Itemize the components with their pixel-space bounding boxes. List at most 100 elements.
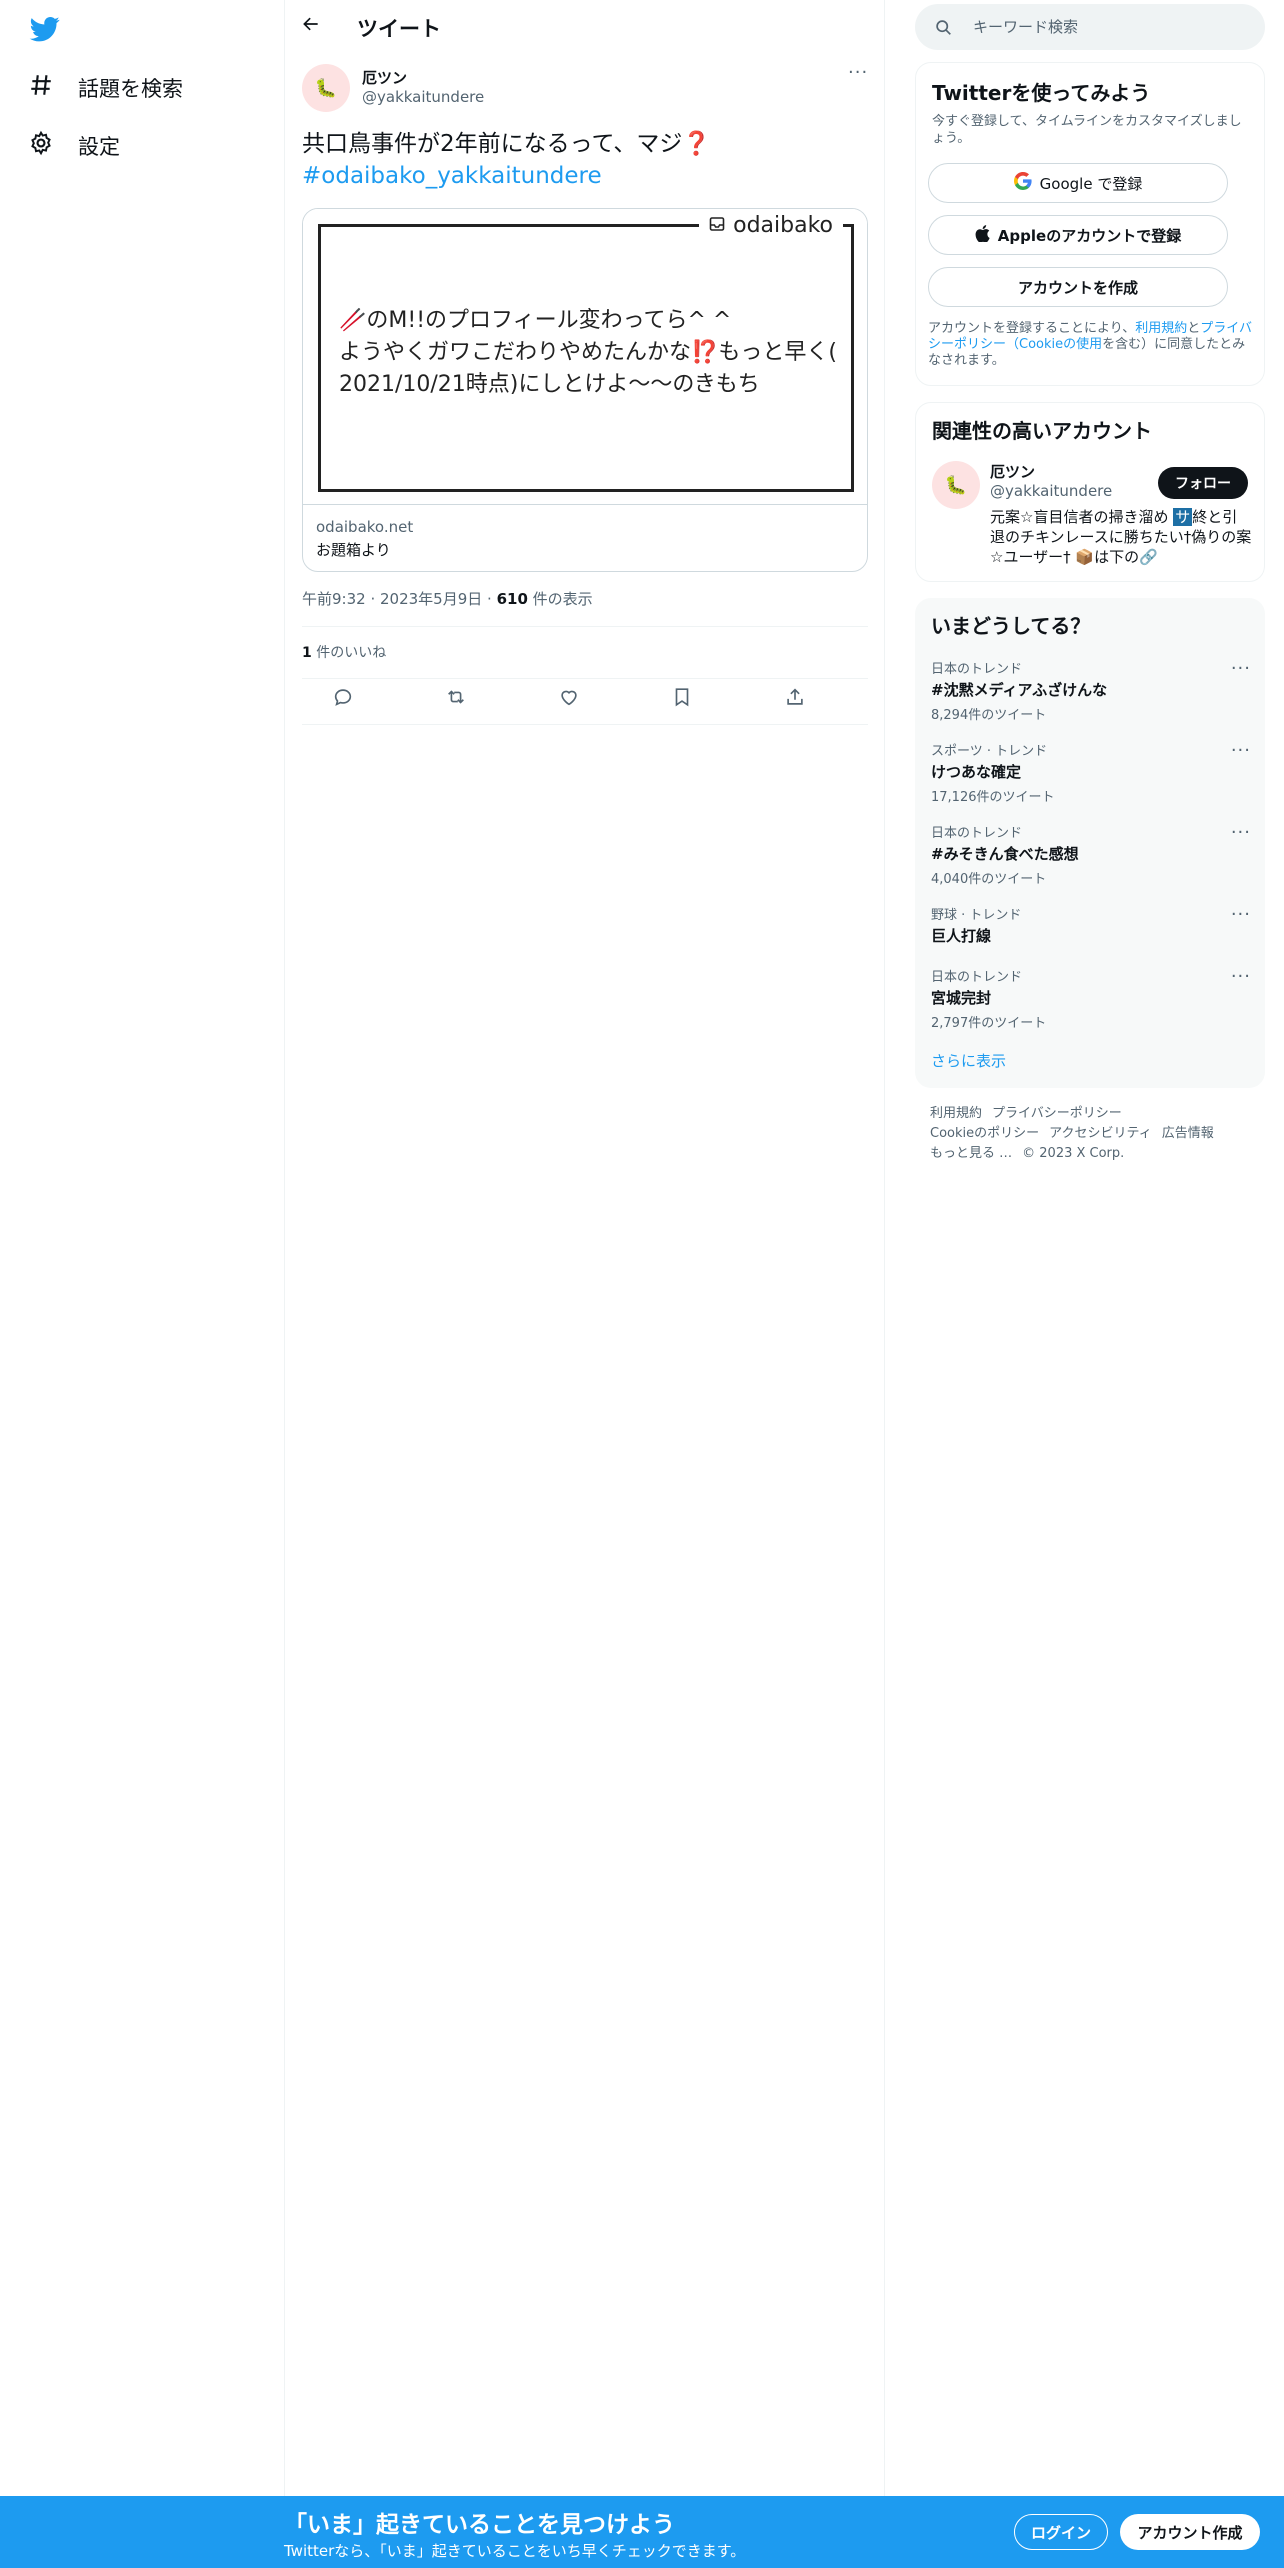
main-header: ツイート: [285, 0, 885, 55]
bio-text: 元案☆盲目信者の掃き溜め: [990, 508, 1174, 526]
likes-row[interactable]: 1 件のいいね: [302, 642, 386, 662]
trend-name: #沈黙メディアふざけんな: [931, 681, 1108, 699]
card-image: odaibako 🥢のM!!のプロフィール変わってら^ ^ ようやくガワこだわり…: [303, 209, 867, 505]
main-column: ツイート 🐛 厄ツン @yakkaitundere ··· 共口鳥事件が2年前に…: [285, 0, 885, 2496]
copyright: © 2023 X Corp.: [1022, 1146, 1125, 1161]
retweet-icon[interactable]: [445, 686, 471, 712]
card-domain: odaibako.net: [316, 518, 414, 536]
left-sidebar: 話題を検索 設定: [0, 0, 285, 2496]
search-box[interactable]: [915, 4, 1265, 50]
link-card[interactable]: odaibako 🥢のM!!のプロフィール変わってら^ ^ ようやくガワこだわり…: [302, 208, 868, 572]
back-arrow-icon[interactable]: [301, 14, 327, 40]
legal-and: と: [1187, 321, 1201, 336]
gear-icon: [28, 130, 54, 161]
trend-count: 4,040件のツイート: [931, 872, 1047, 887]
trend-item[interactable]: 日本のトレンド 宮城完封 2,797件のツイート ···: [931, 966, 1251, 1031]
trends-title: いまどうしてる？: [931, 614, 1091, 638]
trend-more-icon[interactable]: ···: [1231, 822, 1251, 843]
terms-link[interactable]: 利用規約: [1135, 321, 1187, 336]
relevant-account-avatar[interactable]: 🐛: [932, 461, 980, 509]
card-message-line: ようやくガワこだわりやめたんかな⁉️もっと早く(: [339, 340, 837, 365]
apple-icon: [975, 224, 990, 246]
trend-name: 宮城完封: [931, 989, 992, 1007]
signup-subtitle: 今すぐ登録して、タイムラインをカスタマイズしましょう。: [932, 114, 1242, 146]
tweet-time[interactable]: 午前9:32: [302, 590, 366, 608]
twitter-logo-icon[interactable]: [28, 14, 62, 44]
tweet-date[interactable]: 2023年5月9日: [380, 590, 482, 608]
footer-link[interactable]: 利用規約: [930, 1106, 982, 1121]
banner-create-account-button[interactable]: アカウント作成: [1120, 2514, 1260, 2550]
relevant-account-name[interactable]: 厄ツン: [990, 461, 1035, 482]
create-account-button[interactable]: アカウントを作成: [928, 267, 1228, 307]
nav-explore-label: 話題を検索: [78, 76, 183, 101]
trend-more-icon[interactable]: ···: [1231, 966, 1251, 987]
page-title: ツイート: [357, 17, 441, 41]
nav-settings[interactable]: 設定: [28, 130, 120, 161]
relevant-account-handle[interactable]: @yakkaitundere: [990, 482, 1112, 500]
bookmark-icon[interactable]: [671, 686, 697, 712]
trend-context: スポーツ · トレンド: [931, 744, 1048, 759]
likes-label: 件のいいね: [316, 645, 387, 661]
trend-item[interactable]: スポーツ · トレンド けつあな確定 17,126件のツイート ···: [931, 740, 1251, 805]
trend-context: 野球 · トレンド: [931, 908, 1022, 923]
trend-count: 17,126件のツイート: [931, 790, 1055, 805]
card-brand: odaibako: [699, 213, 843, 238]
trend-context: 日本のトレンド: [931, 662, 1023, 677]
trend-more-icon[interactable]: ···: [1231, 658, 1251, 679]
apple-signup-button[interactable]: Appleのアカウントで登録: [928, 215, 1228, 255]
nav-explore[interactable]: 話題を検索: [28, 72, 183, 103]
share-icon[interactable]: [784, 686, 810, 712]
footer-link[interactable]: アクセシビリティ: [1049, 1126, 1152, 1141]
tweet-body: 共口鳥事件が2年前になるって、マジ: [302, 131, 683, 157]
card-brand-name: odaibako: [733, 213, 833, 238]
tweet-author-handle[interactable]: @yakkaitundere: [362, 88, 484, 106]
tweet-actions: [302, 686, 868, 718]
trend-more-icon[interactable]: ···: [1231, 904, 1251, 925]
nav-settings-label: 設定: [78, 134, 120, 159]
reply-icon[interactable]: [332, 686, 358, 712]
views-count: 610: [496, 590, 528, 608]
trend-count: 8,294件のツイート: [931, 708, 1047, 723]
footer-link[interactable]: もっと見る …: [930, 1146, 1012, 1161]
card-message-line: 2021/10/21時点)にしとけよ〜〜のきもち: [339, 372, 760, 397]
legal-prefix: アカウントを登録することにより、: [928, 321, 1136, 336]
likes-count: 1: [302, 645, 312, 661]
trend-item[interactable]: 日本のトレンド #みそきん食べた感想 4,040件のツイート ···: [931, 822, 1251, 887]
divider: [302, 724, 868, 725]
trend-more-icon[interactable]: ···: [1231, 740, 1251, 761]
question-mark-emoji: ❓: [682, 131, 711, 157]
trend-context: 日本のトレンド: [931, 970, 1023, 985]
footer-link[interactable]: 広告情報: [1162, 1126, 1214, 1141]
google-signup-button[interactable]: Google で登録: [928, 163, 1228, 203]
tweet-author-name[interactable]: 厄ツン: [362, 67, 407, 88]
relevant-account-bio: 元案☆盲目信者の掃き溜め サ終と引退のチキンレースに勝ちたい†偽りの案☆ユーザー…: [990, 507, 1252, 567]
trend-context: 日本のトレンド: [931, 826, 1023, 841]
trend-name: 巨人打線: [931, 927, 992, 945]
tweet-text: 共口鳥事件が2年前になるって、マジ❓ #odaibako_yakkaitunde…: [302, 128, 872, 192]
inbox-icon: [709, 213, 725, 238]
trend-item[interactable]: 日本のトレンド #沈黙メディアふざけんな 8,294件のツイート ···: [931, 658, 1251, 723]
banner-title: 「いま」起きていることを見つけよう: [284, 2512, 675, 2538]
trend-item[interactable]: 野球 · トレンド 巨人打線 ···: [931, 904, 1251, 946]
follow-button[interactable]: フォロー: [1158, 467, 1248, 499]
show-more-link[interactable]: さらに表示: [931, 1050, 1006, 1071]
signup-banner: 「いま」起きていることを見つけよう Twitterなら、「いま」起きていることを…: [0, 2496, 1284, 2568]
like-icon[interactable]: [558, 686, 584, 712]
hashtag-icon: [28, 72, 54, 103]
tweet-more-icon[interactable]: ···: [848, 62, 868, 83]
login-button[interactable]: ログイン: [1014, 2514, 1108, 2550]
relevant-accounts-panel: 関連性の高いアカウント 🐛 厄ツン @yakkaitundere フォロー 元案…: [915, 402, 1265, 582]
search-input[interactable]: [971, 12, 1251, 42]
trend-count: 2,797件のツイート: [931, 1016, 1047, 1031]
trend-name: #みそきん食べた感想: [931, 845, 1079, 863]
tweet-author-avatar[interactable]: 🐛: [302, 64, 350, 112]
google-signup-label: Google で登録: [1039, 174, 1143, 193]
tweet-hashtag-link[interactable]: #odaibako_yakkaitundere: [302, 163, 602, 189]
bio-tag: サ: [1173, 508, 1193, 526]
card-title: お題箱より: [316, 541, 391, 559]
footer-link[interactable]: プライバシーポリシー: [992, 1106, 1122, 1121]
footer-link[interactable]: Cookieのポリシー: [930, 1126, 1039, 1141]
divider: [302, 626, 868, 627]
footer-links: 利用規約 プライバシーポリシー Cookieのポリシー アクセシビリティ 広告情報 も…: [930, 1104, 1260, 1164]
create-account-label: アカウントを作成: [1017, 278, 1138, 297]
